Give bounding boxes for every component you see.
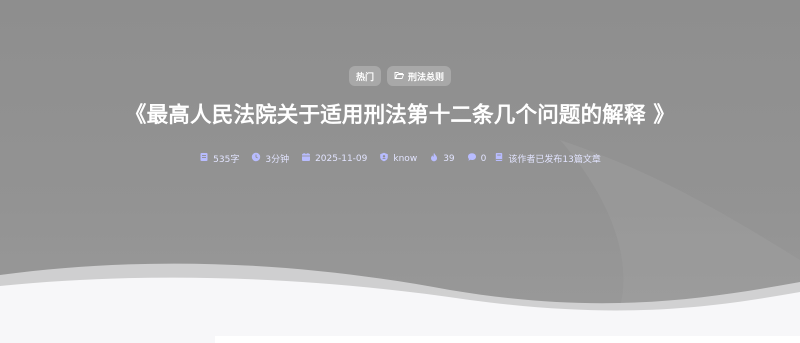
- book-icon: [494, 152, 504, 165]
- word-count: 535字: [199, 152, 239, 165]
- user-shield-icon: [379, 152, 389, 165]
- publish-date: 2025-11-09: [301, 152, 367, 165]
- comment-count-text: 0: [480, 153, 487, 164]
- author-articles[interactable]: 该作者已发布13篇文章: [494, 152, 601, 165]
- calendar-icon: [301, 152, 311, 165]
- view-count: 39: [429, 152, 455, 165]
- tag-category-label: 刑法总则: [408, 72, 445, 83]
- document-icon: [199, 152, 209, 165]
- comment-icon: [467, 152, 477, 165]
- tag-category[interactable]: 刑法总则: [387, 66, 452, 86]
- author[interactable]: know: [379, 152, 417, 165]
- read-time-text: 3分钟: [265, 155, 290, 165]
- hero-wave-decoration: [0, 140, 800, 343]
- author-articles-text: 该作者已发布13篇文章: [508, 155, 601, 165]
- tag-hot[interactable]: 热门: [348, 66, 381, 86]
- flame-icon: [429, 152, 439, 165]
- publish-date-text: 2025-11-09: [315, 153, 368, 164]
- page-title: 《最高人民法院关于适用刑法第十二条几个问题的解释 》: [124, 103, 676, 128]
- folder-open-icon: [394, 70, 405, 83]
- post-hero: 热门 刑法总则 《最高人民法院关于适用刑法第十二条几个问题的解释 》 535字 …: [0, 0, 800, 343]
- comment-count[interactable]: 0: [467, 152, 487, 165]
- clock-icon: [251, 152, 261, 165]
- author-name: know: [393, 153, 418, 164]
- word-count-text: 535字: [213, 155, 240, 165]
- tag-hot-label: 热门: [355, 72, 374, 83]
- post-tags: 热门 刑法总则: [0, 66, 800, 86]
- read-time: 3分钟: [251, 152, 289, 165]
- post-meta: 535字 3分钟 2025-11-09 know 39 0 该作者已发布13篇文…: [0, 152, 800, 165]
- view-count-text: 39: [443, 153, 455, 164]
